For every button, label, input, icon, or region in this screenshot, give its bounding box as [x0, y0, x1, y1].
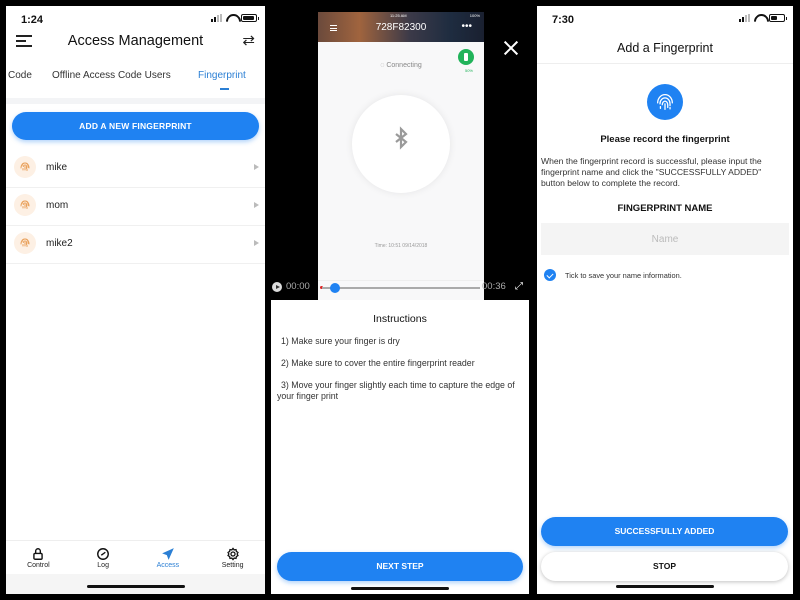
record-prompt: Please record the fingerprint — [600, 134, 730, 145]
fingerprint-icon — [14, 232, 36, 254]
fingerprint-name: mike2 — [46, 238, 73, 249]
list-item[interactable]: mike — [6, 150, 265, 188]
nav-log-label: Log — [97, 562, 109, 569]
battery-icon — [458, 49, 474, 65]
nav-access[interactable]: Access — [136, 541, 201, 574]
fingerprint-name-input[interactable] — [541, 223, 789, 255]
tab-code[interactable]: Code — [8, 70, 32, 81]
chevron-right-icon — [254, 202, 259, 208]
more-icon: ••• — [461, 21, 472, 32]
status-time: 1:24 — [21, 14, 44, 26]
nav-log[interactable]: Log — [71, 541, 136, 574]
battery-icon — [769, 14, 787, 22]
video-time: Time: 10:51 09/14/2018 — [374, 243, 428, 249]
nav-control-label: Control — [27, 562, 50, 569]
divider — [537, 63, 793, 64]
bluetooth-icon — [395, 126, 408, 150]
swap-arrows-icon[interactable]: ⇄ — [242, 31, 255, 49]
signal-icon — [739, 14, 750, 22]
status-time: 7:30 — [552, 14, 575, 26]
next-step-button[interactable]: NEXT STEP — [277, 552, 523, 581]
lock-icon — [33, 548, 44, 560]
instruction-step: 1) Make sure your finger is dry — [281, 336, 400, 346]
instruction-step: 2) Make sure to cover the entire fingerp… — [281, 358, 475, 368]
clock-icon — [97, 548, 110, 560]
video-frame: 11:25 AM 100% 728F82300 ••• ◌ Connecting… — [318, 12, 484, 300]
list-item[interactable]: mike2 — [6, 226, 265, 264]
screenshot-collage: 1:24 Access Management ⇄ Code Offline Ac… — [0, 0, 800, 600]
battery-icon — [241, 14, 259, 22]
successfully-added-button[interactable]: SUCCESSFULLY ADDED — [541, 517, 788, 546]
list-item[interactable]: mom — [6, 188, 265, 226]
seek-bar[interactable] — [322, 287, 480, 289]
instruction-step: 3) Move your finger slightly each time t… — [277, 380, 515, 401]
device-header: 11:25 AM 100% 728F82300 ••• — [318, 12, 484, 42]
connecting-status: ◌ Connecting — [380, 62, 422, 69]
fingerprint-icon — [14, 156, 36, 178]
instructions-title: Instructions — [373, 313, 427, 325]
fingerprint-name: mom — [46, 200, 69, 211]
phone-status-time: 11:25 AM — [390, 13, 407, 18]
chevron-right-icon — [254, 240, 259, 246]
save-name-label: Tick to save your name information. — [565, 271, 682, 280]
nav-setting[interactable]: Setting — [200, 541, 265, 574]
bluetooth-button — [352, 95, 450, 193]
fingerprint-icon — [14, 194, 36, 216]
access-tabs: Code Offline Access Code Users Fingerpri… — [6, 66, 265, 96]
fullscreen-icon[interactable]: ⤢ — [515, 281, 523, 292]
status-bar: 7:30 — [537, 6, 793, 32]
add-new-fingerprint-button[interactable]: ADD A NEW FINGERPRINT — [12, 112, 259, 140]
active-tab-indicator — [220, 88, 229, 90]
nav-control[interactable]: Control — [6, 541, 71, 574]
fingerprint-list: mike mom mike2 — [6, 150, 265, 264]
page-title: Access Management — [67, 33, 204, 49]
save-name-checkbox[interactable] — [544, 269, 556, 281]
fingerprint-name: mike — [46, 162, 68, 173]
stop-button[interactable]: STOP — [541, 552, 788, 581]
tab-offline-access-code-users[interactable]: Offline Access Code Users — [52, 70, 171, 81]
seek-handle[interactable] — [329, 283, 340, 293]
tab-fingerprint[interactable]: Fingerprint — [198, 70, 246, 81]
fingerprint-icon — [647, 84, 683, 120]
page-title: Add a Fingerprint — [617, 41, 713, 55]
paper-plane-icon — [162, 548, 174, 560]
nav-setting-label: Setting — [221, 562, 244, 569]
bottom-tab-bar: Control Log Access Setting — [6, 540, 265, 574]
record-description: When the fingerprint record is successfu… — [541, 156, 762, 188]
battery-percent: 50% — [464, 68, 473, 73]
phone-status-battery: 100% — [469, 13, 480, 18]
duration: 00:36 — [482, 281, 506, 292]
access-management-screen: 1:24 Access Management ⇄ Code Offline Ac… — [6, 6, 265, 594]
home-indicator — [86, 585, 185, 588]
play-icon[interactable] — [272, 282, 282, 292]
close-icon[interactable] — [503, 40, 519, 56]
wifi-icon — [754, 14, 765, 22]
nav-access-label: Access — [156, 562, 180, 569]
fingerprint-name-label: FINGERPRINT NAME — [617, 203, 713, 214]
current-time: 00:00 — [286, 281, 310, 292]
status-bar: 1:24 — [6, 6, 265, 32]
divider — [6, 98, 265, 104]
wifi-icon — [226, 14, 237, 22]
home-indicator — [616, 585, 714, 588]
gear-icon — [226, 547, 239, 561]
instructions-panel: Instructions 1) Make sure your finger is… — [271, 300, 529, 594]
chevron-right-icon — [254, 164, 259, 170]
add-fingerprint-screen: 7:30 Add a Fingerprint Please record the… — [537, 6, 793, 594]
device-title: 728F82300 — [375, 22, 427, 33]
home-indicator — [351, 587, 449, 590]
signal-icon — [211, 14, 222, 22]
video-controls: 00:00 00:36 ⤢ — [270, 278, 535, 298]
